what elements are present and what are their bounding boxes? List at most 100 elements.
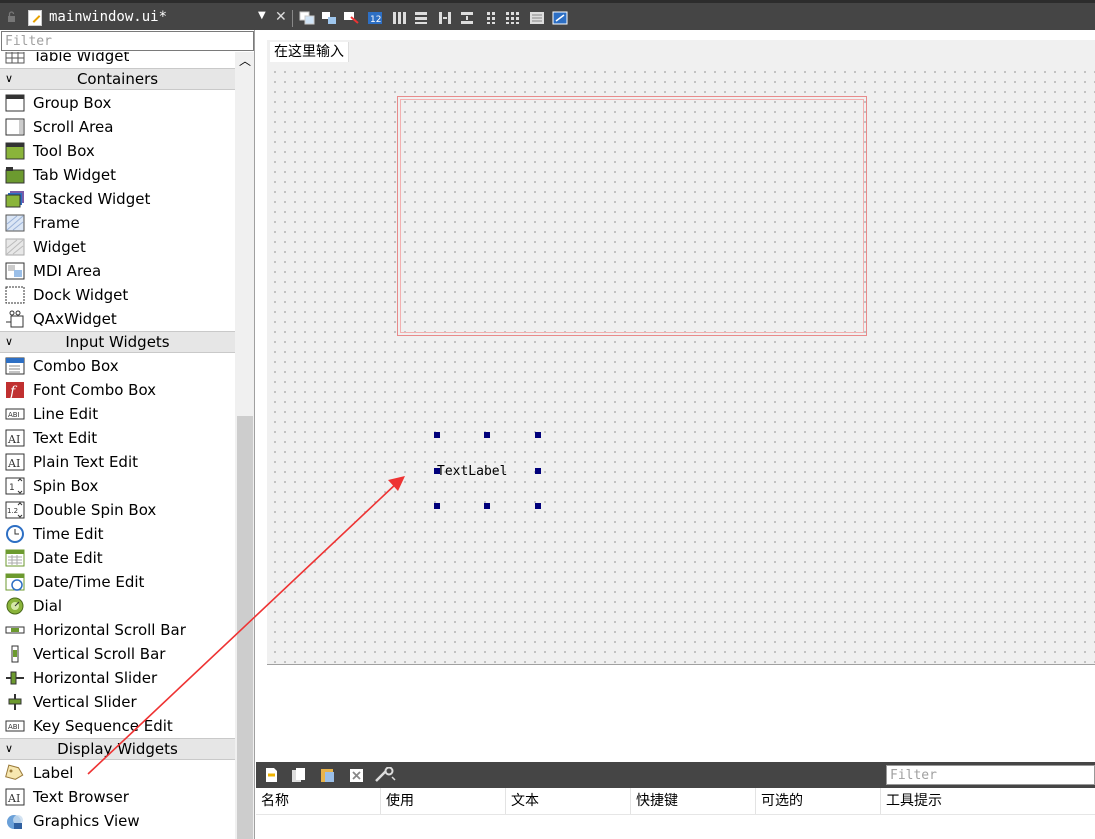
close-file-icon[interactable]: ✕ bbox=[275, 9, 287, 25]
widget-item[interactable]: AI Plain Text Edit bbox=[0, 450, 235, 474]
delete-action-icon[interactable] bbox=[349, 767, 364, 783]
widget-item-label: Dial bbox=[33, 597, 63, 615]
widget-item-label: Font Combo Box bbox=[33, 381, 157, 399]
configure-action-icon[interactable] bbox=[374, 767, 396, 783]
adjust-size-icon[interactable] bbox=[552, 11, 568, 25]
horizontal-splitter-icon[interactable] bbox=[437, 11, 453, 25]
tool-box-icon bbox=[5, 142, 25, 160]
widget-list-scrollbar[interactable]: ︿ bbox=[235, 52, 254, 839]
widget-item-label: Date/Time Edit bbox=[33, 573, 145, 591]
category-header[interactable]: ∨ Input Widgets bbox=[0, 331, 235, 353]
widget-item[interactable]: f Font Combo Box bbox=[0, 378, 235, 402]
widget-item[interactable]: ABI Key Sequence Edit bbox=[0, 714, 235, 738]
line-edit-icon: ABI bbox=[5, 408, 25, 420]
widget-filter-input[interactable]: Filter bbox=[1, 31, 254, 51]
column-header-used[interactable]: 使用 bbox=[381, 788, 506, 814]
widget-item[interactable]: AI Text Edit bbox=[0, 426, 235, 450]
selection-handle[interactable] bbox=[484, 432, 490, 438]
scroll-up-icon[interactable]: ︿ bbox=[235, 52, 254, 70]
form-layout-icon[interactable] bbox=[483, 11, 499, 25]
action-editor-toolbar: Filter bbox=[256, 762, 1095, 788]
widget-item[interactable]: Combo Box bbox=[0, 354, 235, 378]
selection-handle[interactable] bbox=[434, 432, 440, 438]
selection-handle[interactable] bbox=[535, 503, 541, 509]
column-header-shortcut[interactable]: 快捷键 bbox=[631, 788, 756, 814]
selection-handle[interactable] bbox=[535, 468, 541, 474]
time-edit-icon bbox=[6, 525, 24, 543]
action-filter-input[interactable]: Filter bbox=[886, 765, 1095, 785]
edit-widgets-icon[interactable] bbox=[299, 11, 315, 25]
selection-handle[interactable] bbox=[484, 503, 490, 509]
frame-widget[interactable] bbox=[397, 96, 867, 336]
scrollbar-thumb[interactable] bbox=[237, 416, 253, 839]
spin-box-icon: 1 bbox=[5, 477, 25, 495]
widget-item[interactable]: Horizontal Scroll Bar bbox=[0, 618, 235, 642]
widget-item[interactable]: Horizontal Slider bbox=[0, 666, 235, 690]
new-action-icon[interactable] bbox=[264, 767, 279, 783]
widget-item[interactable]: Table Widget bbox=[0, 52, 235, 68]
widget-item[interactable]: QAxWidget bbox=[0, 307, 235, 331]
widget-item[interactable]: Widget bbox=[0, 235, 235, 259]
chevron-down-icon[interactable]: ∨ bbox=[5, 69, 13, 89]
widget-item[interactable]: Date Edit bbox=[0, 546, 235, 570]
text-label-widget[interactable]: TextLabel bbox=[437, 464, 507, 479]
widget-item[interactable]: Time Edit bbox=[0, 522, 235, 546]
widget-item[interactable]: MDI Area bbox=[0, 259, 235, 283]
form-canvas[interactable]: TextLabel bbox=[267, 64, 1095, 665]
widget-item[interactable]: Dial bbox=[0, 594, 235, 618]
widget-item[interactable]: Vertical Scroll Bar bbox=[0, 642, 235, 666]
lay-out-vertically-icon[interactable] bbox=[413, 11, 429, 25]
selection-handle[interactable] bbox=[434, 468, 440, 474]
menu-type-here[interactable]: 在这里输入 bbox=[270, 42, 349, 62]
column-header-name[interactable]: 名称 bbox=[256, 788, 381, 814]
grid-layout-icon[interactable] bbox=[505, 11, 521, 25]
column-header-checkable[interactable]: 可选的 bbox=[756, 788, 881, 814]
document-modified-icon bbox=[28, 10, 42, 26]
edit-signals-slots-icon[interactable] bbox=[321, 11, 337, 25]
edit-buddies-icon[interactable] bbox=[343, 11, 359, 25]
frame-icon bbox=[5, 214, 25, 232]
edit-tab-order-icon[interactable]: 12 bbox=[367, 11, 383, 25]
widget-item-label: Text Browser bbox=[33, 788, 129, 806]
widget-item[interactable]: 1.2 Double Spin Box bbox=[0, 498, 235, 522]
widget-item[interactable]: Stacked Widget bbox=[0, 187, 235, 211]
category-header[interactable]: ∨ Display Widgets bbox=[0, 738, 235, 760]
category-label: Containers bbox=[76, 70, 159, 88]
widget-item[interactable]: Dock Widget bbox=[0, 283, 235, 307]
lay-out-horizontally-icon[interactable] bbox=[391, 11, 407, 25]
widget-item[interactable]: Tab Widget bbox=[0, 163, 235, 187]
widget-item[interactable]: Vertical Slider bbox=[0, 690, 235, 714]
selection-handle[interactable] bbox=[535, 432, 541, 438]
copy-action-icon[interactable] bbox=[291, 767, 306, 783]
svg-text:12: 12 bbox=[370, 15, 381, 25]
paste-action-icon[interactable] bbox=[320, 767, 335, 783]
file-dropdown-icon[interactable]: ▼ bbox=[258, 10, 266, 21]
widget-item[interactable]: AI Text Browser bbox=[0, 785, 235, 809]
chevron-down-icon[interactable]: ∨ bbox=[5, 332, 13, 352]
combo-box-icon bbox=[5, 357, 25, 375]
widget-item[interactable]: Graphics View bbox=[0, 809, 235, 833]
widget-item[interactable]: Group Box bbox=[0, 91, 235, 115]
widget-item[interactable]: Label bbox=[0, 761, 235, 785]
widget-item-label: Widget bbox=[33, 238, 86, 256]
break-layout-icon[interactable] bbox=[529, 11, 545, 25]
lock-icon[interactable] bbox=[7, 11, 16, 22]
widget-item[interactable]: 1 Spin Box bbox=[0, 474, 235, 498]
widget-item[interactable]: Frame bbox=[0, 211, 235, 235]
widget-item[interactable]: Date/Time Edit bbox=[0, 570, 235, 594]
widget-item[interactable]: Scroll Area bbox=[0, 115, 235, 139]
vertical-splitter-icon[interactable] bbox=[459, 11, 475, 25]
form-menu-bar: 在这里输入 bbox=[267, 40, 1095, 65]
column-header-tooltip[interactable]: 工具提示 bbox=[881, 788, 1095, 814]
selection-handle[interactable] bbox=[434, 503, 440, 509]
chevron-down-icon[interactable]: ∨ bbox=[5, 739, 13, 759]
widget-item[interactable]: Tool Box bbox=[0, 139, 235, 163]
widget-item[interactable]: ABI Line Edit bbox=[0, 402, 235, 426]
category-header[interactable]: ∨ Containers bbox=[0, 68, 235, 90]
widget-item-label: Vertical Slider bbox=[33, 693, 137, 711]
open-file-name[interactable]: mainwindow.ui* bbox=[49, 9, 167, 25]
widget-item-label: Scroll Area bbox=[33, 118, 114, 136]
column-header-text[interactable]: 文本 bbox=[506, 788, 631, 814]
vertical-scroll-bar-icon bbox=[11, 645, 19, 663]
svg-text:AI: AI bbox=[7, 792, 20, 805]
